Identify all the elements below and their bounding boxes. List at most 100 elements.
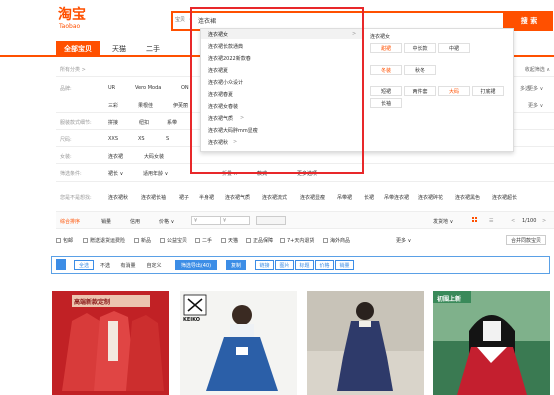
custom-button[interactable]: 自定义: [142, 260, 166, 270]
product-brand-logo: KEIKO: [183, 317, 201, 323]
size-xs[interactable]: XS: [138, 136, 145, 142]
related-item[interactable]: 长裙: [364, 194, 374, 201]
checkbox-charity[interactable]: 公益宝贝: [160, 237, 187, 244]
chip-sweet[interactable]: 甜裙: [370, 43, 402, 53]
style-button[interactable]: 纽扣: [139, 119, 149, 126]
select-all-button[interactable]: 全选: [74, 260, 94, 270]
chip-short[interactable]: 短裙: [370, 86, 402, 96]
copy-title-button[interactable]: 标题: [295, 260, 314, 270]
brand-on[interactable]: ON: [181, 85, 189, 91]
copy-image-button[interactable]: 图片: [275, 260, 294, 270]
export-filter-button[interactable]: 筛选导出(40): [175, 260, 217, 270]
checkbox-free-shipping[interactable]: 包邮: [56, 237, 73, 244]
sort-sales[interactable]: 销量: [101, 218, 111, 225]
sort-price[interactable]: 价格 ∨: [159, 218, 174, 225]
checks-more[interactable]: 更多 ∨: [396, 237, 411, 244]
size-label: 尺码:: [60, 137, 72, 143]
checkbox-return-insurance[interactable]: 赠送退货运费险: [83, 237, 125, 244]
checkbox-second-hand[interactable]: 二手: [195, 237, 212, 244]
brand-ur[interactable]: UR: [108, 85, 115, 91]
sort-credit[interactable]: 信用: [130, 218, 140, 225]
chip-plus-size[interactable]: 大码: [438, 86, 470, 96]
product-image-navy-dress: [307, 291, 424, 395]
sort-default[interactable]: 综合排序: [60, 218, 80, 225]
checkbox-tmall[interactable]: 天猫: [221, 237, 238, 244]
copy-sales-button[interactable]: 销量: [335, 260, 354, 270]
collapse-filters-link[interactable]: 收起筛选 ∧: [525, 66, 550, 73]
cat-plus-size[interactable]: 大码女装: [144, 153, 164, 160]
related-item[interactable]: 连衣裙秋: [108, 194, 128, 201]
brand-guogen[interactable]: 果根佳: [138, 102, 153, 109]
ship-from-select[interactable]: 发货地 ∨: [433, 218, 453, 225]
brand-label: 品牌:: [60, 86, 72, 92]
size-s[interactable]: S: [166, 136, 169, 142]
related-item[interactable]: 连衣裙黑色: [455, 194, 480, 201]
related-item[interactable]: 裙子: [179, 194, 189, 201]
product-badge: 高端新款定制: [74, 299, 111, 306]
style-patchwork[interactable]: 拼接: [108, 119, 118, 126]
copy-price-button[interactable]: 价格: [315, 260, 334, 270]
product-image-red-dress: [52, 291, 169, 395]
brand-yifuli[interactable]: 伊芙丽: [173, 102, 188, 109]
product-card[interactable]: 初围上新: [433, 291, 550, 395]
price-max-input[interactable]: ¥: [220, 216, 250, 225]
related-item[interactable]: 半身裙: [199, 194, 214, 201]
grid-view-icon[interactable]: [472, 217, 478, 223]
product-badge: 初围上新: [437, 296, 462, 303]
suggestion-panel-title: 连衣裙女: [370, 34, 391, 40]
brand-more-2[interactable]: 更多 ∨: [528, 102, 543, 109]
related-item[interactable]: 吊带裙: [337, 194, 352, 201]
related-item[interactable]: 吊带连衣裙: [384, 194, 409, 201]
chip-long-sleeve[interactable]: 长袖: [370, 98, 402, 108]
has-sales-button[interactable]: 有消量: [116, 260, 140, 270]
chip-autumn-winter[interactable]: 秋冬: [404, 65, 436, 75]
checkbox-new[interactable]: 新品: [134, 237, 151, 244]
chip-midlength[interactable]: 中长款: [404, 43, 436, 53]
chip-mid-skirt[interactable]: 中裙: [438, 43, 470, 53]
list-view-icon[interactable]: ☰: [489, 218, 493, 224]
checkbox-7day-return[interactable]: 7+天内退货: [280, 237, 314, 244]
related-item[interactable]: 连衣裙显瘦: [300, 194, 325, 201]
product-image-sailor-dress: [433, 291, 550, 395]
cat-dress[interactable]: 连衣裙: [108, 153, 123, 160]
brand-more[interactable]: 更多 ∨: [528, 85, 543, 92]
checkbox-overseas[interactable]: 海外商品: [323, 237, 350, 244]
taobao-logo[interactable]: 淘宝: [58, 8, 86, 22]
style-tie[interactable]: 系带: [167, 119, 177, 126]
checkbox-genuine[interactable]: 正品保障: [246, 237, 273, 244]
tab-second-hand[interactable]: 二手: [138, 41, 168, 57]
brand-sancai[interactable]: 三彩: [108, 102, 118, 109]
chip-two-piece[interactable]: 两件套: [404, 86, 436, 96]
product-card[interactable]: KEIKO: [180, 291, 297, 395]
filter-conditions-label: 筛选条件:: [60, 171, 82, 177]
related-label: 您是不是想找:: [60, 195, 92, 201]
merge-same-items-button[interactable]: 合并同款宝贝: [506, 235, 546, 245]
related-item[interactable]: 连衣裙流式: [262, 194, 287, 201]
related-item[interactable]: 连衣裙气质: [225, 194, 250, 201]
brand-vero-moda[interactable]: Vero Moda: [135, 85, 161, 91]
related-item[interactable]: 连衣裙长袖: [141, 194, 166, 201]
select-none-button[interactable]: 不选: [96, 260, 114, 270]
cond-skirt-length[interactable]: 裙长 ∨: [108, 170, 123, 177]
page-indicator: 1/100: [522, 218, 537, 224]
related-item[interactable]: 连衣裙超长: [492, 194, 517, 201]
tab-tmall[interactable]: 天猫: [104, 41, 134, 57]
cond-age[interactable]: 适用年龄 ∨: [143, 170, 168, 177]
prev-page-button[interactable]: <: [511, 218, 515, 224]
price-confirm-button[interactable]: [256, 216, 286, 225]
tab-all-items[interactable]: 全部宝贝: [56, 41, 100, 57]
product-card[interactable]: [307, 291, 424, 395]
all-categories-breadcrumb[interactable]: 所有分类 >: [60, 66, 86, 73]
copy-button[interactable]: 复制: [226, 260, 246, 270]
chip-winter[interactable]: 冬装: [370, 65, 402, 75]
womens-clothing-label: 女装:: [60, 154, 72, 160]
chip-base-skirt[interactable]: 打底裙: [472, 86, 504, 96]
price-min-input[interactable]: ¥: [191, 216, 221, 225]
search-scope-select[interactable]: 宝贝: [175, 16, 185, 23]
annotation-highlight-frame: [190, 7, 364, 174]
next-page-button[interactable]: >: [542, 218, 546, 224]
related-item[interactable]: 连衣裙碎花: [418, 194, 443, 201]
copy-link-button[interactable]: 链接: [255, 260, 274, 270]
product-card[interactable]: 高端新款定制: [52, 291, 169, 395]
size-xxs[interactable]: XXS: [108, 136, 118, 142]
